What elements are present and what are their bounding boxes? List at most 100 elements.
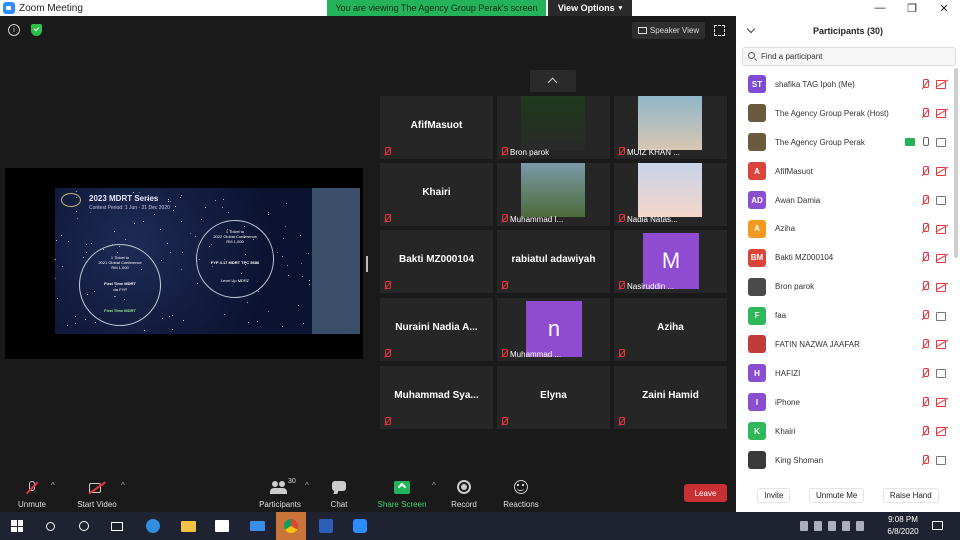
cortana-icon[interactable] <box>74 516 94 536</box>
participant-row[interactable]: The Agency Group Perak <box>736 128 954 157</box>
participant-name: Awan Damia <box>775 195 821 205</box>
video-tile[interactable]: n Muhammad ... <box>497 298 610 361</box>
participants-scrollbar[interactable] <box>954 68 958 258</box>
minimize-button[interactable]: — <box>864 0 896 16</box>
participant-row[interactable]: ST shafika TAG Ipoh (Me) <box>736 70 954 99</box>
mic-muted-icon <box>921 454 930 466</box>
taskbar-clock[interactable]: 9:08 PM 6/8/2020 <box>880 514 926 538</box>
store-icon[interactable] <box>212 516 232 536</box>
speaker-view-button[interactable]: Speaker View <box>632 22 705 39</box>
fullscreen-icon[interactable] <box>714 25 725 36</box>
participant-row[interactable]: AD Awan Damia <box>736 186 954 215</box>
video-off-icon <box>87 480 107 496</box>
participant-row[interactable]: A Aziha <box>736 214 954 243</box>
chat-button[interactable]: Chat <box>324 473 354 509</box>
unmute-button[interactable]: Unmute <box>14 473 50 509</box>
video-icon <box>936 369 948 379</box>
participant-row[interactable]: The Agency Group Perak (Host) <box>736 99 954 128</box>
video-tile[interactable]: rabiatul adawiyah <box>497 230 610 293</box>
mic-icon[interactable] <box>814 521 822 531</box>
start-video-button[interactable]: Start Video <box>74 473 120 509</box>
participant-name: iPhone <box>775 397 800 407</box>
word-icon[interactable] <box>316 516 336 536</box>
chrome-icon[interactable] <box>276 512 306 540</box>
video-tile[interactable]: AfifMasuot <box>380 96 493 159</box>
share-options-caret[interactable]: ^ <box>432 481 436 490</box>
mic-muted-icon <box>921 194 930 206</box>
participant-row[interactable]: H HAFIZI <box>736 359 954 388</box>
audio-options-caret[interactable]: ^ <box>51 481 55 490</box>
zoom-taskbar-icon[interactable] <box>350 516 370 536</box>
window-controls: — ❐ ✕ <box>736 0 960 16</box>
participant-row[interactable]: IiPhone <box>736 388 954 417</box>
video-options-caret[interactable]: ^ <box>121 481 125 490</box>
star <box>167 243 168 244</box>
battery-icon[interactable] <box>842 521 850 531</box>
invite-button[interactable]: Invite <box>757 487 791 503</box>
info-icon[interactable]: i <box>8 24 20 36</box>
raise-hand-button[interactable]: Raise Hand <box>882 487 939 503</box>
slide-title: 2023 MDRT Series <box>89 194 159 203</box>
video-off-icon <box>936 253 948 263</box>
participant-status-icons <box>921 425 948 437</box>
star <box>133 192 134 193</box>
participant-search-input[interactable] <box>761 49 951 64</box>
video-tile[interactable]: Muhammad Sya... <box>380 366 493 429</box>
unmute-me-button[interactable]: Unmute Me <box>808 487 865 503</box>
mic-muted-icon <box>921 78 930 90</box>
network-icon[interactable] <box>828 521 836 531</box>
video-tile[interactable]: Elyna <box>497 366 610 429</box>
video-tile[interactable]: MUIZ KHAN ... <box>614 96 727 159</box>
video-tile[interactable]: Zaini Hamid <box>614 366 727 429</box>
video-tile[interactable]: Bakti MZ000104 <box>380 230 493 293</box>
participant-row[interactable]: Bron parok <box>736 272 954 301</box>
edge-browser-icon[interactable] <box>143 516 163 536</box>
leave-button[interactable]: Leave <box>684 484 727 502</box>
mic-muted-icon <box>383 147 391 156</box>
star <box>288 275 289 276</box>
participants-caret[interactable]: ^ <box>305 481 309 490</box>
participant-row[interactable]: A AfifMasuot <box>736 157 954 186</box>
record-button[interactable]: Record <box>447 473 481 509</box>
file-explorer-icon[interactable] <box>178 516 198 536</box>
search-icon[interactable] <box>40 516 60 536</box>
video-tile[interactable]: Nuraini Nadia A... <box>380 298 493 361</box>
video-tile[interactable]: Nadia Natas... <box>614 163 727 226</box>
mail-icon[interactable] <box>247 516 267 536</box>
reactions-button[interactable]: Reactions <box>499 473 543 509</box>
view-options-button[interactable]: View Options ▾ <box>548 0 632 16</box>
viewing-banner: You are viewing The Agency Group Perak's… <box>327 0 546 16</box>
participant-name: Nadia Natas... <box>627 215 678 224</box>
video-tile[interactable]: Aziha <box>614 298 727 361</box>
participants-list: ST shafika TAG Ipoh (Me) The Agency Group … <box>736 70 954 474</box>
video-tile[interactable]: Khairi <box>380 163 493 226</box>
star <box>183 320 184 321</box>
gallery-scroll-up-button[interactable] <box>530 70 576 92</box>
participant-name: The Agency Group Perak (Host) <box>775 108 889 118</box>
participant-row[interactable]: King Shoman <box>736 446 954 475</box>
task-view-icon[interactable] <box>107 516 127 536</box>
split-handle[interactable] <box>366 256 368 272</box>
notification-icon[interactable] <box>932 521 943 530</box>
video-off-icon <box>936 398 948 408</box>
windows-start-icon[interactable] <box>7 516 27 536</box>
video-tile[interactable]: M Nasiruddin ... <box>614 230 727 293</box>
close-button[interactable]: ✕ <box>928 0 960 16</box>
shared-screen[interactable]: 2023 MDRT Series Contest Period: 1 Jun -… <box>5 168 363 359</box>
participant-row[interactable]: Ffaa <box>736 301 954 330</box>
star <box>268 212 269 213</box>
share-screen-button[interactable]: Share Screen <box>374 473 430 509</box>
participant-row[interactable]: BM Bakti MZ000104 <box>736 243 954 272</box>
shield-icon[interactable] <box>31 24 42 36</box>
star <box>309 280 310 281</box>
participant-row[interactable]: FATIN NAZWA JAAFAR <box>736 330 954 359</box>
star <box>258 291 259 292</box>
tray-up-icon[interactable] <box>800 521 808 531</box>
slide-left-line: via FYP <box>112 287 127 292</box>
maximize-button[interactable]: ❐ <box>896 0 928 16</box>
video-tile[interactable]: Muhammad I... <box>497 163 610 226</box>
participants-button[interactable]: 30 Participants <box>256 473 304 509</box>
volume-icon[interactable] <box>856 521 864 531</box>
video-tile[interactable]: Bron parok <box>497 96 610 159</box>
participant-row[interactable]: K Khairi <box>736 417 954 446</box>
